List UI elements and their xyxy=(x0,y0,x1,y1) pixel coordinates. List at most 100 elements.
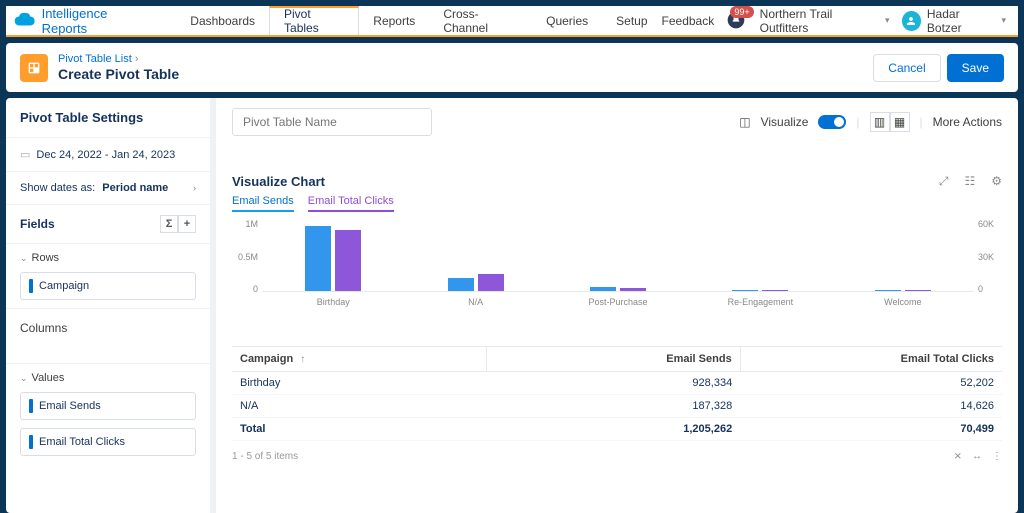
add-field-button[interactable]: + xyxy=(178,215,196,233)
expand-icon[interactable]: ⤢ xyxy=(939,174,949,189)
table-row[interactable]: N/A187,32814,626 xyxy=(232,395,1002,418)
category-label: Birthday xyxy=(317,297,350,307)
sort-asc-icon: ↑ xyxy=(300,354,305,365)
org-switcher[interactable]: Northern Trail Outfitters ▾ xyxy=(760,7,890,35)
measure-icon xyxy=(29,435,33,449)
bar-group: Welcome xyxy=(832,222,974,291)
bar-clicks[interactable] xyxy=(762,290,788,291)
page-title: Create Pivot Table xyxy=(58,66,867,82)
feedback-link[interactable]: Feedback xyxy=(662,14,715,28)
layout-table-button[interactable]: ▦ xyxy=(890,112,910,132)
legend-tab-email-total-clicks[interactable]: Email Total Clicks xyxy=(308,195,394,212)
pill-label: Email Total Clicks xyxy=(39,436,125,448)
col-campaign[interactable]: Campaign ↑ xyxy=(232,347,486,372)
date-range-text: Dec 24, 2022 - Jan 24, 2023 xyxy=(36,149,175,161)
layout-split-button[interactable]: ▥ xyxy=(870,112,890,132)
bar-sends[interactable] xyxy=(732,290,758,291)
values-label: Values xyxy=(32,372,65,384)
bar-clicks[interactable] xyxy=(478,274,504,291)
value-pill-email-sends[interactable]: Email Sends xyxy=(20,392,196,420)
category-label: N/A xyxy=(468,297,483,307)
bar-sends[interactable] xyxy=(448,278,474,291)
category-label: Post-Purchase xyxy=(589,297,648,307)
notification-bell[interactable]: 99+ xyxy=(726,10,747,32)
page-header: Pivot Table List › Create Pivot Table Ca… xyxy=(6,43,1018,92)
org-name-text: Northern Trail Outfitters xyxy=(760,7,881,35)
visualize-label: Visualize xyxy=(761,115,809,129)
gear-icon[interactable]: ⚙ xyxy=(991,174,1002,189)
divider: | xyxy=(920,115,923,129)
rows-label: Rows xyxy=(32,252,60,264)
caret-down-icon: ▾ xyxy=(885,15,890,26)
columns-label: Columns xyxy=(20,321,67,335)
dimension-icon xyxy=(29,279,33,293)
calendar-icon: ▭ xyxy=(20,148,30,161)
date-range-picker[interactable]: ▭ Dec 24, 2022 - Jan 24, 2023 xyxy=(6,138,210,172)
measure-icon xyxy=(29,399,33,413)
values-section[interactable]: ⌄ Values xyxy=(6,364,210,392)
cancel-button[interactable]: Cancel xyxy=(873,54,940,82)
chevron-right-icon: › xyxy=(135,53,139,65)
breadcrumb[interactable]: Pivot Table List › xyxy=(58,53,867,65)
more-icon[interactable]: ⋮ xyxy=(992,451,1002,462)
more-actions-menu[interactable]: More Actions xyxy=(933,115,1002,129)
col-email-total-clicks[interactable]: Email Total Clicks xyxy=(740,347,1002,372)
bar-group: Birthday xyxy=(262,222,404,291)
pivot-name-input[interactable] xyxy=(232,108,432,136)
rows-section[interactable]: ⌄ Rows xyxy=(6,244,210,272)
table-panel: Campaign ↑ Email Sends Email Total Click… xyxy=(232,346,1002,462)
category-label: Re-Engagement xyxy=(728,297,794,307)
chart-panel: Visualize Chart ⤢ ☷ ⚙ Email Sends Email … xyxy=(232,174,1002,312)
sort-icon[interactable]: ☷ xyxy=(964,174,975,189)
pivot-table-icon xyxy=(20,54,48,82)
nav-tabs: Dashboards Pivot Tables Reports Cross-Ch… xyxy=(176,6,661,35)
visualize-toggle[interactable] xyxy=(818,115,846,129)
bar-group: Re-Engagement xyxy=(689,222,831,291)
nav-tab-setup[interactable]: Setup xyxy=(602,6,661,35)
salesforce-logo-icon xyxy=(13,10,35,32)
user-menu[interactable]: Hadar Botzer ▾ xyxy=(902,7,1007,35)
bar-sends[interactable] xyxy=(590,287,616,291)
collapse-icon[interactable]: ⨯ xyxy=(954,451,962,462)
bar-group: N/A xyxy=(404,222,546,291)
chevron-right-icon: › xyxy=(193,183,196,193)
fit-icon[interactable]: ↔ xyxy=(972,451,982,462)
pivot-table: Campaign ↑ Email Sends Email Total Click… xyxy=(232,346,1002,441)
nav-tab-cross-channel[interactable]: Cross-Channel xyxy=(429,6,532,35)
nav-tab-pivot-tables[interactable]: Pivot Tables xyxy=(269,6,359,35)
value-pill-email-total-clicks[interactable]: Email Total Clicks xyxy=(20,428,196,456)
row-pill-campaign[interactable]: Campaign xyxy=(20,272,196,300)
app-title: Intelligence Reports xyxy=(42,6,155,36)
table-row[interactable]: Birthday928,33452,202 xyxy=(232,372,1002,395)
ytick: 1M xyxy=(245,219,258,229)
col-email-sends[interactable]: Email Sends xyxy=(486,347,740,372)
category-label: Welcome xyxy=(884,297,921,307)
bar-clicks[interactable] xyxy=(905,290,931,291)
bar-sends[interactable] xyxy=(305,226,331,291)
show-dates-row[interactable]: Show dates as: Period name › xyxy=(6,172,210,205)
sigma-button[interactable]: Σ xyxy=(160,215,178,233)
y-axis-left: 1M 0.5M 0 xyxy=(232,222,260,292)
show-dates-label: Show dates as: xyxy=(20,182,95,194)
main-panel: ◫ Visualize | ▥ ▦ | More Actions Visuali… xyxy=(216,98,1018,513)
chevron-down-icon: ⌄ xyxy=(20,253,28,264)
legend-tab-email-sends[interactable]: Email Sends xyxy=(232,195,294,212)
columns-section[interactable]: Columns xyxy=(6,308,210,364)
nav-tab-reports[interactable]: Reports xyxy=(359,6,429,35)
nav-tab-dashboards[interactable]: Dashboards xyxy=(176,6,269,35)
bar-group: Post-Purchase xyxy=(547,222,689,291)
fields-label: Fields xyxy=(20,217,55,231)
save-button[interactable]: Save xyxy=(947,54,1004,82)
avatar-icon xyxy=(902,11,921,31)
chart-mini-icon: ◫ xyxy=(739,115,750,129)
divider: | xyxy=(856,115,859,129)
breadcrumb-link[interactable]: Pivot Table List xyxy=(58,53,132,65)
settings-title: Pivot Table Settings xyxy=(6,98,210,138)
period-value: Period name xyxy=(102,182,168,194)
bar-sends[interactable] xyxy=(875,290,901,291)
pagination-text: 1 - 5 of 5 items xyxy=(232,451,298,462)
bar-clicks[interactable] xyxy=(335,230,361,291)
caret-down-icon: ▾ xyxy=(1001,15,1006,26)
nav-tab-queries[interactable]: Queries xyxy=(532,6,602,35)
bar-clicks[interactable] xyxy=(620,288,646,292)
